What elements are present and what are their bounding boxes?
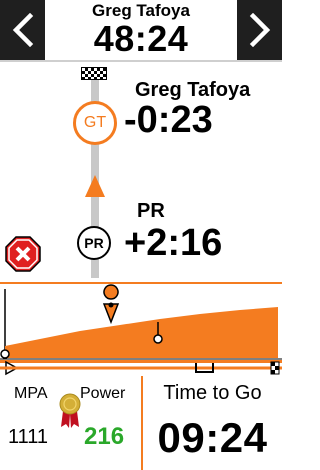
header-divider xyxy=(0,60,282,62)
chevron-right-icon xyxy=(249,13,270,47)
rival-time-gap: -0:23 xyxy=(124,99,213,141)
header-elapsed-time: 48:24 xyxy=(93,18,189,59)
elevation-point-marker xyxy=(153,334,163,344)
rival-name: Greg Tafoya xyxy=(135,79,251,101)
personal-record-time-gap: +2:16 xyxy=(124,222,223,264)
power-label: Power xyxy=(80,385,126,402)
elevation-start-marker xyxy=(0,349,10,359)
time-to-go-label: Time to Go xyxy=(163,382,262,404)
header-center: Greg Tafoya 48:24 xyxy=(45,0,237,60)
mpa-label: MPA xyxy=(14,385,48,402)
previous-page-button[interactable] xyxy=(0,0,45,60)
chevron-left-icon xyxy=(12,13,33,47)
stop-x-icon[interactable] xyxy=(5,236,41,272)
elevation-profile xyxy=(0,284,282,376)
position-arrow-icon xyxy=(85,175,105,197)
medal-icon xyxy=(59,393,81,428)
header: Greg Tafoya 48:24 xyxy=(0,0,282,60)
time-to-go-value: 09:24 xyxy=(157,414,268,461)
power-value: 216 xyxy=(84,423,125,450)
data-fields: MPA Power 1111 216 Time to Go 09:24 xyxy=(0,376,282,470)
personal-record-badge: PR xyxy=(77,226,111,260)
elevation-fill xyxy=(5,307,278,358)
checkered-flag-icon xyxy=(81,67,107,80)
rival-badge: GT xyxy=(73,101,117,145)
personal-record-label: PR xyxy=(137,200,165,222)
next-page-button[interactable] xyxy=(237,0,282,60)
mpa-value: 1111 xyxy=(8,426,49,448)
